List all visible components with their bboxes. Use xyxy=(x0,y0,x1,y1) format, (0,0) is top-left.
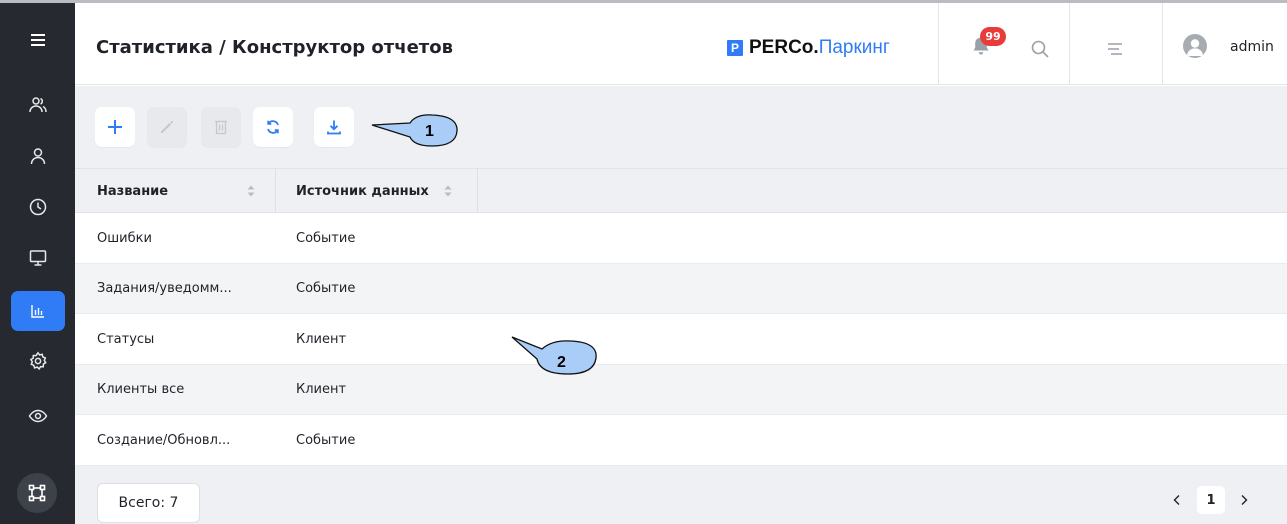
user-icon xyxy=(30,148,46,165)
cell-source: Клиент xyxy=(296,382,347,398)
users-icon xyxy=(29,97,47,113)
table-row[interactable]: Создание/Обновл... Событие xyxy=(75,415,1287,466)
cell-source: Клиент xyxy=(296,331,347,347)
monitor-icon xyxy=(29,250,47,266)
cell-name: Создание/Обновл... xyxy=(97,432,231,448)
column-divider xyxy=(477,169,478,213)
refresh-button[interactable] xyxy=(253,107,293,147)
total-count: Всего: 7 xyxy=(97,483,200,523)
main-content: Название Источник данных Ошибки Событие … xyxy=(75,86,1287,524)
cell-name: Статусы xyxy=(97,331,155,347)
chevron-left-icon[interactable] xyxy=(1170,493,1184,507)
download-button[interactable] xyxy=(314,107,354,147)
chevron-right-icon[interactable] xyxy=(1237,493,1251,507)
frame-icon xyxy=(28,484,46,502)
brand-mark: P xyxy=(727,40,743,56)
sidebar-menu-toggle[interactable] xyxy=(11,20,65,60)
eye-icon xyxy=(28,409,48,423)
callout-2-label: 2 xyxy=(557,354,566,371)
sidebar-bottom-button[interactable] xyxy=(17,473,57,513)
column-divider xyxy=(275,169,276,213)
cell-source: Событие xyxy=(296,432,356,448)
table-row[interactable]: Задания/уведомм... Событие xyxy=(75,263,1287,315)
sidebar xyxy=(0,3,75,524)
brand-name: PERCo. xyxy=(749,37,819,58)
sidebar-item-users[interactable] xyxy=(11,85,65,125)
avatar-icon xyxy=(1187,39,1203,56)
sidebar-item-history[interactable] xyxy=(11,187,65,227)
chart-icon xyxy=(31,305,44,318)
gear-icon xyxy=(29,351,47,371)
sidebar-item-settings[interactable] xyxy=(11,341,65,381)
cell-name: Ошибки xyxy=(97,230,152,246)
edit-button[interactable] xyxy=(147,107,187,147)
sidebar-item-statistics[interactable] xyxy=(11,291,65,331)
avatar[interactable] xyxy=(1183,34,1207,58)
username[interactable]: admin xyxy=(1230,39,1274,55)
add-button[interactable] xyxy=(95,107,135,147)
column-header-name[interactable]: Название xyxy=(97,169,168,213)
reports-table: Название Источник данных Ошибки Событие … xyxy=(75,168,1287,466)
delete-button[interactable] xyxy=(201,107,241,147)
clock-icon xyxy=(29,198,47,216)
sort-icon[interactable] xyxy=(246,184,256,198)
brand-product: Паркинг xyxy=(818,37,890,58)
table-header: Название Источник данных xyxy=(75,168,1287,213)
menu-icon xyxy=(31,34,45,46)
app-frame: Статистика / Конструктор отчетов P PERCo… xyxy=(0,0,1287,524)
header-divider xyxy=(938,3,939,85)
sidebar-item-monitor[interactable] xyxy=(11,238,65,278)
header: Статистика / Конструктор отчетов P PERCo… xyxy=(75,3,1287,85)
brand-logo: P PERCo. Паркинг xyxy=(727,37,890,59)
table-row[interactable]: Ошибки Событие xyxy=(75,213,1287,264)
table-row[interactable]: Статусы Клиент xyxy=(75,314,1287,365)
header-divider xyxy=(1069,3,1070,85)
callout-1-label: 1 xyxy=(425,123,434,140)
table-footer: Всего: 7 1 xyxy=(75,467,1287,524)
download-icon xyxy=(327,120,341,135)
notification-badge: 99 xyxy=(980,27,1006,46)
table-row[interactable]: Клиенты все Клиент xyxy=(75,364,1287,416)
menu-lines-icon[interactable] xyxy=(1105,41,1125,57)
toolbar xyxy=(75,86,1287,168)
column-header-source[interactable]: Источник данных xyxy=(296,169,429,213)
edit-icon xyxy=(161,120,174,133)
refresh-icon xyxy=(267,120,279,134)
cell-source: Событие xyxy=(296,230,356,246)
sort-icon[interactable] xyxy=(443,184,453,198)
cell-name: Задания/уведомм... xyxy=(97,281,232,297)
callout-1 xyxy=(371,114,458,147)
header-divider xyxy=(1162,3,1163,85)
sidebar-item-user[interactable] xyxy=(11,136,65,176)
page-title: Статистика / Конструктор отчетов xyxy=(96,37,453,58)
trash-icon xyxy=(215,120,227,135)
cell-name: Клиенты все xyxy=(97,382,185,398)
plus-icon xyxy=(108,120,122,134)
sidebar-item-view[interactable] xyxy=(11,396,65,436)
search-icon[interactable] xyxy=(1030,39,1050,59)
cell-source: Событие xyxy=(296,281,356,297)
callout-2 xyxy=(511,336,597,375)
page-current[interactable]: 1 xyxy=(1197,486,1225,514)
